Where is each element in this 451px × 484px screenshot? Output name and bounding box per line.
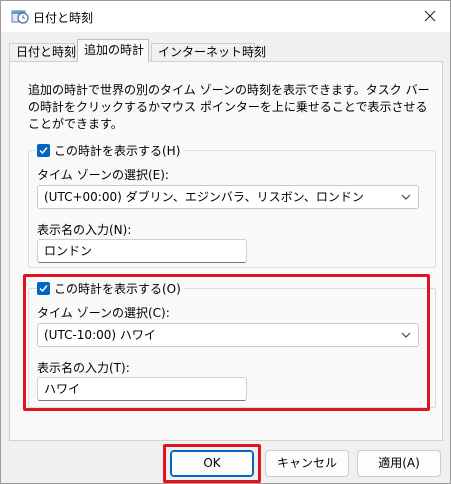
clock2-timezone-value: (UTC-10:00) ハワイ	[44, 328, 156, 342]
clock1-timezone-label: タイム ゾーンの選択(E):	[37, 168, 169, 182]
checkmark-icon	[39, 285, 48, 293]
clock1-timezone-value: (UTC+00:00) ダブリン、エジンバラ、リスボン、ロンドン	[44, 190, 364, 204]
date-time-dialog: 日付と時刻 日付と時刻 追加の時計 インターネット時刻 追加の時計で世界の別のタ…	[0, 0, 451, 484]
clock1-checkbox[interactable]	[37, 144, 50, 157]
chevron-down-icon	[401, 332, 411, 338]
chevron-down-icon	[401, 194, 411, 200]
tab-additional-clocks[interactable]: 追加の時計	[77, 39, 149, 62]
cancel-button[interactable]: キャンセル	[265, 450, 349, 477]
clock2-timezone-label: タイム ゾーンの選択(C):	[37, 306, 170, 320]
tab-panel: 追加の時計で世界の別のタイム ゾーンの時刻を表示できます。タスク バーの時計をク…	[9, 61, 443, 441]
description-text: 追加の時計で世界の別のタイム ゾーンの時刻を表示できます。タスク バーの時計をク…	[28, 83, 430, 131]
clock1-name-label: 表示名の入力(N):	[37, 223, 132, 237]
apply-button[interactable]: 適用(A)	[357, 450, 441, 477]
title-bar: 日付と時刻	[1, 1, 450, 32]
clock-calendar-icon	[11, 10, 29, 24]
clock2-show-label: この時計を表示する(O)	[54, 282, 181, 296]
close-icon	[424, 10, 436, 22]
close-button[interactable]	[416, 3, 444, 29]
clock2-checkbox[interactable]	[37, 282, 50, 295]
clock2-show-toggle[interactable]: この時計を表示する(O)	[37, 280, 184, 297]
clock1-timezone-select[interactable]: (UTC+00:00) ダブリン、エジンバラ、リスボン、ロンドン	[37, 185, 419, 209]
clock2-name-label: 表示名の入力(T):	[37, 361, 130, 375]
clock2-group: この時計を表示する(O) タイム ゾーンの選択(C): (UTC-10:00) …	[28, 280, 436, 408]
clock2-name-input[interactable]: ハワイ	[37, 377, 247, 401]
ok-button[interactable]: OK	[170, 450, 254, 477]
clock1-name-input[interactable]: ロンドン	[37, 239, 247, 263]
tab-date-time[interactable]: 日付と時刻	[9, 43, 76, 61]
clock1-show-toggle[interactable]: この時計を表示する(H)	[37, 142, 184, 159]
clock1-group: この時計を表示する(H) タイム ゾーンの選択(E): (UTC+00:00) …	[28, 142, 436, 268]
clock2-timezone-select[interactable]: (UTC-10:00) ハワイ	[37, 323, 419, 347]
window-title: 日付と時刻	[33, 11, 94, 25]
clock1-show-label: この時計を表示する(H)	[54, 144, 181, 158]
checkmark-icon	[39, 147, 48, 155]
tab-internet-time[interactable]: インターネット時刻	[151, 43, 266, 61]
